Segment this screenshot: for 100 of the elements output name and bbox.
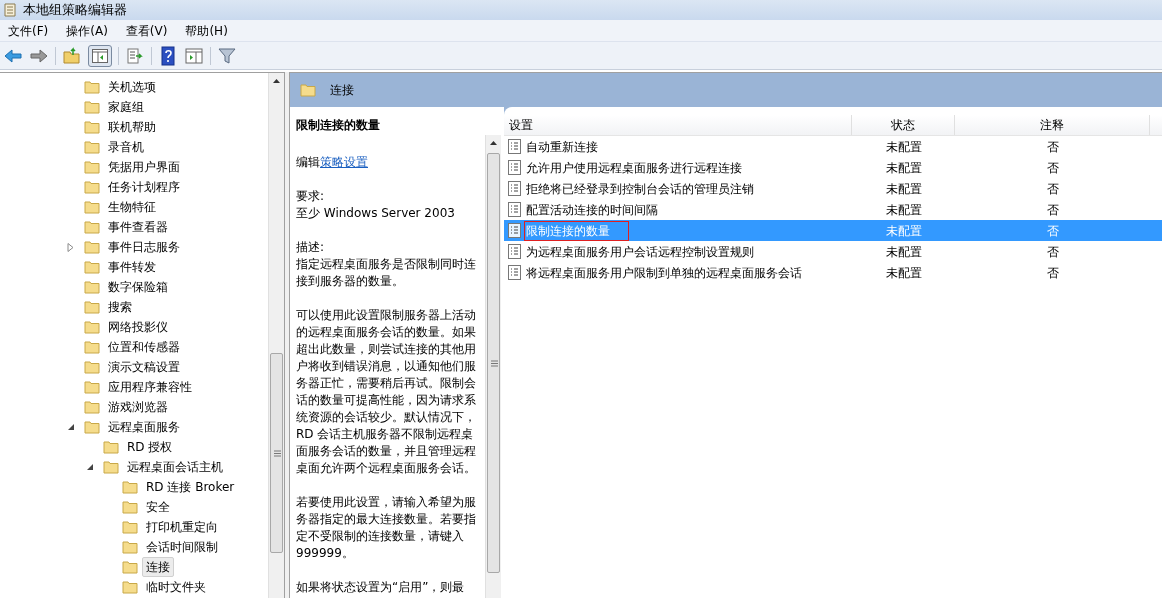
- column-header[interactable]: 设置: [504, 115, 852, 135]
- state-cell-text: 未配置: [884, 180, 923, 198]
- panel-icon: [92, 48, 108, 63]
- table-row[interactable]: 将远程桌面服务用户限制到单独的远程桌面服务会话 未配置 否: [504, 262, 1162, 283]
- tree-item[interactable]: 连接: [142, 557, 174, 577]
- folder-icon: [122, 520, 138, 534]
- column-header[interactable]: 注释: [955, 115, 1150, 135]
- tree-item[interactable]: 任务计划程序: [104, 177, 184, 197]
- setting-name: 将远程桌面服务用户限制到单独的远程桌面服务会话: [525, 264, 803, 282]
- tree-item[interactable]: 数字保险箱: [104, 277, 172, 297]
- tree-item[interactable]: 搜索: [104, 297, 136, 317]
- policy-title: 限制连接的数量: [296, 117, 381, 134]
- folder-icon: [122, 500, 138, 514]
- folder-icon: [84, 240, 100, 254]
- tree-item[interactable]: 生物特征: [104, 197, 160, 217]
- edit-label: 编辑: [296, 155, 320, 169]
- folder-icon: [103, 440, 119, 454]
- export-list-icon[interactable]: [125, 45, 145, 66]
- tree-item[interactable]: 远程桌面会话主机: [123, 457, 227, 477]
- policy-document-icon: [508, 139, 521, 154]
- state-cell-text: 未配置: [884, 201, 923, 219]
- description-paragraph: 如果将状态设置为“启用”，则最: [296, 579, 466, 596]
- table-row[interactable]: 允许用户使用远程桌面服务进行远程连接 未配置 否: [504, 157, 1162, 178]
- tree-item[interactable]: 录音机: [104, 137, 148, 157]
- menu-item[interactable]: 文件(F): [8, 21, 49, 40]
- folder-icon: [122, 580, 138, 594]
- setting-name: 自动重新连接: [525, 138, 599, 156]
- table-row[interactable]: 配置活动连接的时间间隔 未配置 否: [504, 199, 1162, 220]
- tree-item[interactable]: RD 授权: [123, 437, 177, 457]
- scrollbar[interactable]: [268, 73, 284, 598]
- folder-icon: [84, 420, 100, 434]
- tree-item[interactable]: 安全: [142, 497, 174, 517]
- scrollbar-thumb[interactable]: [487, 153, 500, 573]
- comment-cell-text: 否: [1045, 264, 1060, 282]
- menu-item[interactable]: 操作(A): [66, 21, 108, 40]
- tree-item[interactable]: 打印机重定向: [142, 517, 222, 537]
- setting-name: 配置活动连接的时间间隔: [525, 201, 659, 219]
- tree-item[interactable]: 位置和传感器: [104, 337, 184, 357]
- folder-icon: [84, 140, 100, 154]
- panel-icon[interactable]: [184, 45, 204, 66]
- tree-item[interactable]: 应用程序兼容性: [104, 377, 196, 397]
- scroll-up-arrow-icon[interactable]: [490, 141, 497, 145]
- tree-item[interactable]: 临时文件夹: [142, 577, 210, 597]
- scroll-document-icon: [3, 2, 17, 18]
- window-title: 本地组策略编辑器: [23, 1, 127, 20]
- tree-item[interactable]: 关机选项: [104, 77, 160, 97]
- table-row[interactable]: 为远程桌面服务用户会话远程控制设置规则 未配置 否: [504, 241, 1162, 262]
- folder-icon: [122, 560, 138, 574]
- filter-icon[interactable]: [217, 45, 237, 66]
- folder-icon: [103, 460, 119, 474]
- scroll-up-arrow-icon[interactable]: [273, 79, 280, 83]
- comment-cell-text: 否: [1045, 138, 1060, 156]
- tree-item[interactable]: 事件查看器: [104, 217, 172, 237]
- tree-item[interactable]: 事件日志服务: [104, 237, 184, 257]
- folder-icon: [84, 260, 100, 274]
- policy-settings-link[interactable]: 策略设置: [320, 155, 368, 169]
- scrollbar[interactable]: [485, 135, 501, 598]
- requirements-label: 要求:: [296, 188, 326, 205]
- expand-arrow-icon[interactable]: [67, 242, 75, 252]
- setting-name: 允许用户使用远程桌面服务进行远程连接: [525, 159, 743, 177]
- tree-toggle-button[interactable]: [88, 44, 112, 67]
- tree-item[interactable]: 联机帮助: [104, 117, 160, 137]
- requirements-text: 至少 Windows Server 2003: [296, 205, 456, 222]
- policy-document-icon: [508, 181, 521, 196]
- folder-icon: [84, 220, 100, 234]
- column-header[interactable]: 状态: [852, 115, 955, 135]
- tree-item[interactable]: 网络投影仪: [104, 317, 172, 337]
- comment-cell-text: 否: [1045, 180, 1060, 198]
- folder-icon: [84, 160, 100, 174]
- folder-up-icon[interactable]: [62, 45, 82, 66]
- folder-icon: [84, 200, 100, 214]
- tree-item[interactable]: 凭据用户界面: [104, 157, 184, 177]
- policy-document-icon: [508, 265, 521, 280]
- tree-item[interactable]: 事件转发: [104, 257, 160, 277]
- header-title: 连接: [330, 82, 354, 99]
- state-cell-text: 未配置: [884, 138, 923, 156]
- menu-item[interactable]: 查看(V): [125, 21, 168, 40]
- scrollbar-thumb[interactable]: [270, 353, 283, 553]
- table-row[interactable]: 拒绝将已经登录到控制台会话的管理员注销 未配置 否: [504, 178, 1162, 199]
- table-row[interactable]: 自动重新连接 未配置 否: [504, 136, 1162, 157]
- tree-item[interactable]: 远程桌面服务: [104, 417, 184, 437]
- comment-cell-text: 否: [1045, 201, 1060, 219]
- collapse-arrow-icon[interactable]: [86, 462, 94, 472]
- tree-item[interactable]: 游戏浏览器: [104, 397, 172, 417]
- help-icon[interactable]: [158, 45, 178, 66]
- folder-icon: [84, 120, 100, 134]
- collapse-arrow-icon[interactable]: [67, 422, 75, 432]
- menu-item[interactable]: 帮助(H): [185, 21, 228, 40]
- folder-icon: [84, 300, 100, 314]
- folder-icon: [84, 360, 100, 374]
- description-label: 描述:: [296, 239, 326, 256]
- tree-item[interactable]: RD 连接 Broker: [142, 477, 239, 497]
- tree-item[interactable]: 家庭组: [104, 97, 148, 117]
- description-paragraph: 指定远程桌面服务是否限制同时连接到服务器的数量。: [296, 256, 477, 290]
- setting-name: 拒绝将已经登录到控制台会话的管理员注销: [525, 180, 755, 198]
- folder-icon: [84, 340, 100, 354]
- tree-item[interactable]: 演示文稿设置: [104, 357, 184, 377]
- tree-item[interactable]: 会话时间限制: [142, 537, 222, 557]
- description-paragraph: 若要使用此设置，请输入希望为服务器指定的最大连接数量。若要指定不受限制的连接数量，请键入 999999。: [296, 494, 477, 562]
- description-paragraph: 可以使用此设置限制服务器上活动的远程桌面服务会话的数量。如果超出此数量，则尝试连接的其他用户将收到错误消息，以通知他们服务器正忙，需要稍后再试。限制会话的数量可提高性能，因为请求系统资源的会话较少。默认情况下，RD 会话主机服务器不限制远程桌面服务会话的数量，并且管理远程桌面允许两个远程桌面服务会话。: [296, 307, 477, 477]
